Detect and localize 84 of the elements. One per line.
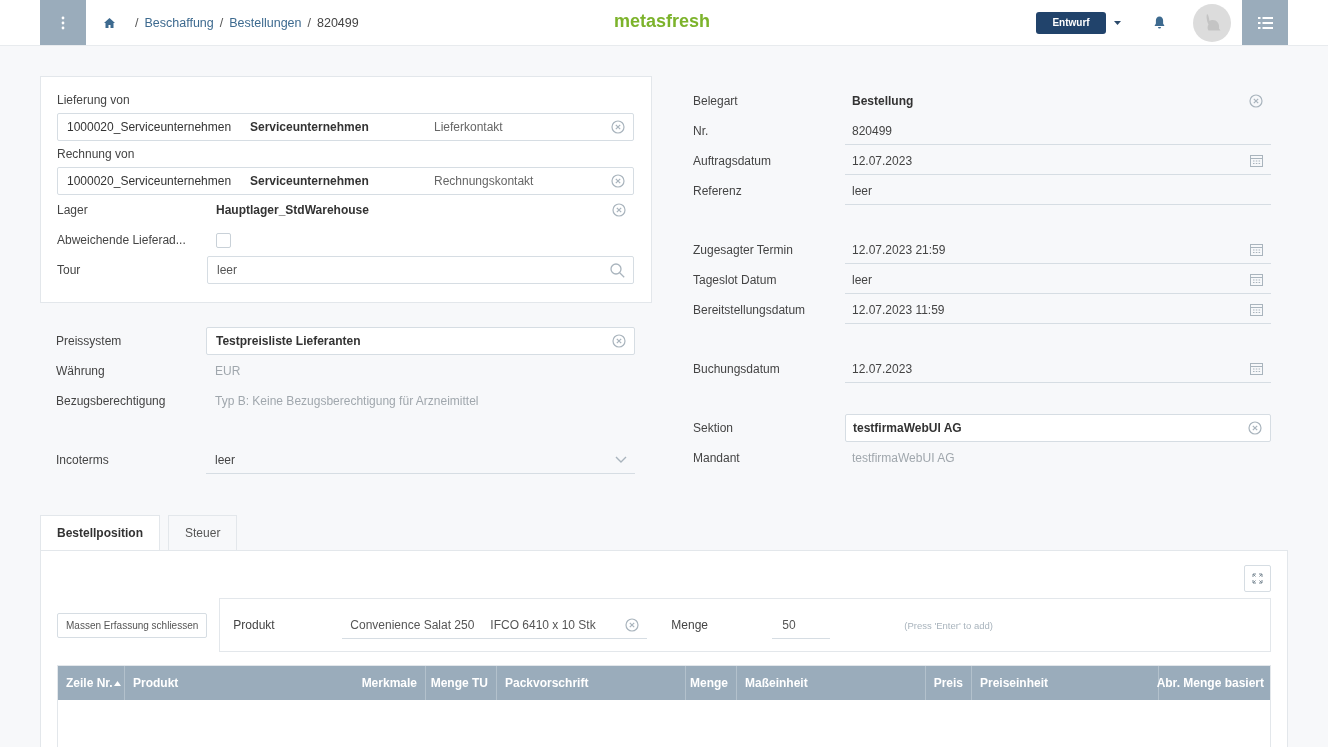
hint-text: (Press 'Enter' to add) (904, 619, 993, 631)
field-value: Serviceunternehmen (250, 120, 370, 134)
date-field[interactable]: leer (845, 266, 1271, 294)
field-label: Lieferung von (57, 92, 131, 109)
avatar-icon[interactable] (1193, 3, 1231, 42)
calendar-icon[interactable] (1250, 243, 1263, 256)
bell-icon[interactable] (1154, 16, 1165, 29)
field-label: Mandant (693, 451, 741, 465)
calendar-icon[interactable] (1250, 303, 1263, 316)
field-label: Tour (57, 263, 82, 277)
list-icon (1257, 16, 1273, 29)
clear-icon[interactable] (612, 334, 626, 348)
field-label: Menge (671, 618, 709, 632)
lookup-field[interactable]: 1000020_Serviceunternehmen Serviceunternehmen Rechnungskontakt (57, 167, 634, 195)
search-field[interactable]: leer (207, 256, 634, 284)
breadcrumb-separator: / (219, 15, 224, 30)
list-view-button[interactable] (1242, 0, 1288, 45)
field-label: Rechnung von (57, 146, 136, 163)
lookup-field[interactable]: 1000020_Serviceunternehmen Serviceunternehmen Lieferkontakt (57, 113, 634, 141)
date-field[interactable]: 12.07.2023 (845, 355, 1271, 383)
search-icon (610, 262, 625, 278)
calendar-icon[interactable] (1250, 154, 1263, 167)
field-value: 1000020_Serviceunternehmen (67, 174, 233, 188)
field-label: Incoterms (56, 453, 110, 467)
clear-icon[interactable] (1249, 94, 1263, 108)
text-field[interactable]: leer (845, 177, 1271, 205)
field-value: Typ B: Keine Bezugsberechtigung für Arzneimittel (215, 394, 480, 408)
field-value: EUR (215, 364, 242, 378)
expand-button[interactable] (1244, 565, 1271, 592)
checkbox[interactable] (216, 232, 231, 248)
kebab-menu-icon (61, 15, 65, 30)
field-label: Referenz (693, 184, 743, 198)
tab[interactable]: Bestellposition (40, 515, 160, 550)
quantity-field[interactable]: 50 (772, 611, 831, 639)
product-field[interactable]: Convenience Salat 250 IFCO 6410 x 10 Stk (342, 611, 648, 639)
dropdown-field[interactable]: leer (206, 446, 635, 474)
field-label: Auftragsdatum (693, 154, 773, 168)
field-label: Buchungsdatum (693, 362, 781, 376)
breadcrumb-link[interactable]: Bestellungen (229, 15, 302, 30)
calendar-icon[interactable] (1250, 273, 1263, 286)
breadcrumb-separator: / (135, 15, 139, 30)
breadcrumb-link[interactable]: Beschaffung (144, 15, 214, 30)
field-label: Bezugsberechtigung (56, 394, 167, 408)
field-label: Nr. (693, 124, 710, 138)
close-batch-entry-button[interactable]: Massen Erfassung schliessen (57, 612, 208, 638)
field-value: Serviceunternehmen (250, 174, 370, 188)
date-field[interactable]: 12.07.2023 21:59 (845, 236, 1271, 264)
clear-icon[interactable] (1248, 421, 1262, 435)
logo: metasfresh (614, 11, 711, 32)
field-label: Belegart (693, 94, 739, 108)
field-label: Preissystem (56, 334, 123, 348)
field-label: Produkt (233, 618, 276, 632)
sort-ascending-icon (113, 680, 121, 686)
clear-icon[interactable] (612, 203, 626, 217)
field-label: Tageslot Datum (693, 273, 778, 287)
status-button[interactable]: Entwurf (1036, 11, 1106, 34)
field-label: Abweichende Lieferad... (57, 233, 187, 247)
field-value: Bestellung (852, 94, 915, 108)
field-label: Bereitstellungsdatum (693, 303, 807, 317)
chevron-down-icon (615, 456, 627, 463)
breadcrumb-link[interactable]: 820499 (317, 15, 359, 30)
date-field[interactable]: 12.07.2023 (845, 147, 1271, 175)
text-field[interactable]: 820499 (845, 117, 1271, 145)
tab[interactable]: Steuer (168, 515, 238, 550)
caret-icon[interactable] (1114, 20, 1121, 25)
lookup-field[interactable]: Testpreisliste Lieferanten (206, 327, 635, 355)
clear-icon[interactable] (611, 174, 625, 188)
field-value: Lieferkontakt (434, 120, 503, 134)
field-value: Rechnungskontakt (434, 174, 534, 188)
lookup-field[interactable]: testfirmaWebUI AG (845, 414, 1271, 442)
field-value: 1000020_Serviceunternehmen (67, 120, 233, 134)
breadcrumb-separator: / (307, 15, 311, 30)
field-value: Hauptlager_StdWarehouse (216, 203, 370, 217)
field-label: Zugesagter Termin (693, 243, 794, 257)
calendar-icon[interactable] (1250, 362, 1263, 375)
field-value: testfirmaWebUI AG (852, 451, 956, 465)
home-icon[interactable] (104, 17, 115, 28)
field-label: Lager (57, 203, 89, 217)
field-label: Währung (56, 364, 106, 378)
clear-icon[interactable] (625, 617, 640, 632)
clear-icon[interactable] (611, 120, 625, 134)
field-label: Sektion (693, 421, 735, 435)
expand-icon (1252, 573, 1263, 584)
date-field[interactable]: 12.07.2023 11:59 (845, 296, 1271, 324)
